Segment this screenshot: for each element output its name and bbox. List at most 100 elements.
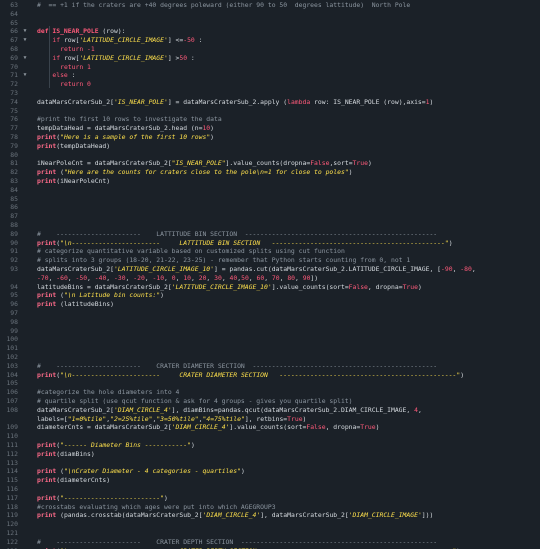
code-line[interactable]: 93 dataMarsCraterSub_2['LATITUDE_CIRCLE_I… (0, 265, 540, 274)
code-text[interactable]: print("Here is a sample of the first 10 … (37, 133, 214, 142)
code-line[interactable]: 79 print(tempDataHead) (0, 142, 540, 151)
code-line[interactable]: 66 ▼ def IS_NEAR_POLE (row): (0, 27, 540, 36)
code-text[interactable]: #crosstabs evaluating which ages were pu… (37, 503, 276, 512)
code-line[interactable]: 70 return 1 (0, 63, 540, 72)
code-line[interactable]: 91 # categorize quantitative variable bas… (0, 247, 540, 256)
code-text[interactable]: print (latitudeBins) (37, 300, 114, 309)
code-text[interactable]: tempDataHead = dataMarsCraterSub_2.head … (37, 124, 214, 133)
code-line[interactable]: 99 (0, 327, 540, 336)
code-line[interactable]: 89 # ---------------------- LATTITUDE BIN… (0, 230, 540, 239)
code-line[interactable]: 107 # quartile split (use qcut function &… (0, 397, 540, 406)
code-line[interactable]: 73 (0, 89, 540, 98)
code-line[interactable]: 68 return -1 (0, 45, 540, 54)
code-line[interactable]: 71 ▼ else : (0, 71, 540, 80)
code-text[interactable]: print("------ Diameter Bins -----------"… (37, 441, 195, 450)
fold-arrow-icon[interactable]: ▼ (21, 54, 29, 63)
code-text[interactable]: dataMarsCraterSub_2['LATITUDE_CIRCLE_IMA… (37, 265, 476, 274)
code-line[interactable]: 86 (0, 203, 540, 212)
fold-arrow-icon[interactable]: ▼ (21, 36, 29, 45)
code-line[interactable]: 87 (0, 212, 540, 221)
code-line[interactable]: 67 ▼ if row['LATITUDE_CIRCLE_IMAGE'] <=-5… (0, 36, 540, 45)
code-line[interactable]: 109 diameterCnts = dataMarsCraterSub_2['D… (0, 423, 540, 432)
code-text[interactable]: latitudeBins = dataMarsCraterSub_2['LATI… (37, 283, 422, 292)
code-text[interactable]: print ("Here are the counts for craters … (37, 168, 353, 177)
code-text[interactable]: iNearPoleCnt = dataMarsCraterSub_2["IS_N… (37, 159, 372, 168)
code-line[interactable]: 116 (0, 485, 540, 494)
code-line[interactable]: 94 latitudeBins = dataMarsCraterSub_2['LA… (0, 283, 540, 292)
code-line[interactable]: labels=["1=0%tile","2=25%tile","3=50%til… (0, 415, 540, 424)
code-line[interactable]: 85 (0, 195, 540, 204)
code-line[interactable]: 118 #crosstabs evaluating which ages were… (0, 503, 540, 512)
code-line[interactable]: 75 (0, 107, 540, 116)
code-text[interactable]: if row['LATITUDE_CIRCLE_IMAGE'] >50 : (37, 54, 194, 63)
fold-arrow-icon[interactable]: ▼ (21, 71, 29, 80)
code-line[interactable]: 81 iNearPoleCnt = dataMarsCraterSub_2["IS… (0, 159, 540, 168)
code-text[interactable]: print("\n----------------------- LATTITU… (37, 239, 453, 248)
code-text[interactable]: print(tempDataHead) (37, 142, 110, 151)
code-line[interactable]: 80 (0, 151, 540, 160)
code-line[interactable]: 76 #print the first 10 rows to investigat… (0, 115, 540, 124)
code-text[interactable]: #categorize the hole diameters into 4 (37, 388, 179, 397)
code-line[interactable]: 78 print("Here is a sample of the first 1… (0, 133, 540, 142)
code-line[interactable]: 115 print(diameterCnts) (0, 476, 540, 485)
code-line[interactable]: 102 (0, 353, 540, 362)
code-line[interactable]: 117 print("-------------------------") (0, 494, 540, 503)
code-line[interactable]: 77 tempDataHead = dataMarsCraterSub_2.hea… (0, 124, 540, 133)
code-line[interactable]: 90 print("\n----------------------- LATTI… (0, 239, 540, 248)
code-text[interactable]: #print the first 10 rows to investigate … (37, 115, 222, 124)
code-line[interactable]: 113 (0, 459, 540, 468)
code-line[interactable]: 108 dataMarsCraterSub_2['DIAM_CIRCLE_4'],… (0, 406, 540, 415)
code-text[interactable]: labels=["1=0%tile","2=25%tile","3=50%til… (37, 415, 306, 424)
code-text[interactable]: print (pandas.crosstab(dataMarsCraterSub… (37, 511, 433, 520)
code-line[interactable]: 104 print("\n----------------------- CRAT… (0, 371, 540, 380)
code-text[interactable]: # ---------------------- CRATER DIAMETER… (37, 362, 437, 371)
code-line[interactable]: 112 print(diamBins) (0, 450, 540, 459)
fold-arrow-icon[interactable]: ▼ (21, 27, 29, 36)
code-text[interactable]: def IS_NEAR_POLE (row): (37, 27, 126, 36)
code-line[interactable]: 92 # splits into 3 groups (18-20, 21-22, … (0, 256, 540, 265)
code-line[interactable]: 122 # ---------------------- CRATER DEPTH… (0, 538, 540, 547)
code-text[interactable]: print("-------------------------") (37, 494, 168, 503)
code-text[interactable]: # ---------------------- CRATER DEPTH SE… (37, 538, 437, 547)
code-line[interactable]: 111 print("------ Diameter Bins ---------… (0, 441, 540, 450)
code-text[interactable]: # categorize quantitative variable based… (37, 247, 345, 256)
code-text[interactable]: print("\n----------------------- CRATER … (37, 371, 464, 380)
code-line[interactable]: 100 (0, 335, 540, 344)
vertical-scrollbar[interactable] (536, 0, 540, 549)
code-line[interactable]: 88 (0, 221, 540, 230)
code-line[interactable]: 96 print (latitudeBins) (0, 300, 540, 309)
code-text[interactable]: print(diamBins) (37, 450, 95, 459)
code-text[interactable]: # splits into 3 groups (18-20, 21-22, 23… (37, 256, 410, 265)
code-line[interactable]: 120 (0, 520, 540, 529)
code-text[interactable]: -70, -60, -50, -40, -30, -20, -10, 0, 10… (37, 274, 318, 283)
code-line[interactable]: 84 (0, 186, 540, 195)
code-line[interactable]: 83 print(iNearPoleCnt) (0, 177, 540, 186)
code-line[interactable]: 82 print ("Here are the counts for crater… (0, 168, 540, 177)
code-text[interactable]: dataMarsCraterSub_2['DIAM_CIRCLE_4'], di… (37, 406, 422, 415)
code-line[interactable]: 74 dataMarsCraterSub_2['IS_NEAR_POLE'] = … (0, 98, 540, 107)
code-text[interactable]: if row['LATITUDE_CIRCLE_IMAGE'] <=-50 : (37, 36, 202, 45)
code-text[interactable]: print ("\nCrater Diameter - 4 categories… (37, 467, 245, 476)
code-line[interactable]: 72 return 0 (0, 80, 540, 89)
code-line[interactable]: 97 (0, 309, 540, 318)
code-text[interactable]: return 1 (37, 63, 91, 72)
code-line[interactable]: 110 (0, 432, 540, 441)
code-text[interactable]: diameterCnts = dataMarsCraterSub_2['DIAM… (37, 423, 379, 432)
code-text[interactable]: else : (37, 71, 75, 80)
code-line[interactable]: 101 (0, 344, 540, 353)
code-line[interactable]: -70, -60, -50, -40, -30, -20, -10, 0, 10… (0, 274, 540, 283)
code-text[interactable]: print ("\n Latitude bin counts:") (37, 291, 164, 300)
code-text[interactable]: print(diameterCnts) (37, 476, 110, 485)
code-line[interactable]: 121 (0, 529, 540, 538)
code-line[interactable]: 69 ▼ if row['LATITUDE_CIRCLE_IMAGE'] >50 … (0, 54, 540, 63)
code-line[interactable]: 119 print (pandas.crosstab(dataMarsCrater… (0, 511, 540, 520)
code-text[interactable]: return -1 (37, 45, 95, 54)
code-line[interactable]: 98 (0, 318, 540, 327)
code-line[interactable]: 64 (0, 10, 540, 19)
code-text[interactable]: # == +1 if the craters are +40 degrees p… (37, 1, 410, 10)
code-line[interactable]: 95 print ("\n Latitude bin counts:") (0, 291, 540, 300)
code-line[interactable]: 63 # == +1 if the craters are +40 degrees… (0, 1, 540, 10)
code-text[interactable]: return 0 (37, 80, 91, 89)
code-line[interactable]: 103 # ---------------------- CRATER DIAME… (0, 362, 540, 371)
code-line[interactable]: 114 print ("\nCrater Diameter - 4 categor… (0, 467, 540, 476)
